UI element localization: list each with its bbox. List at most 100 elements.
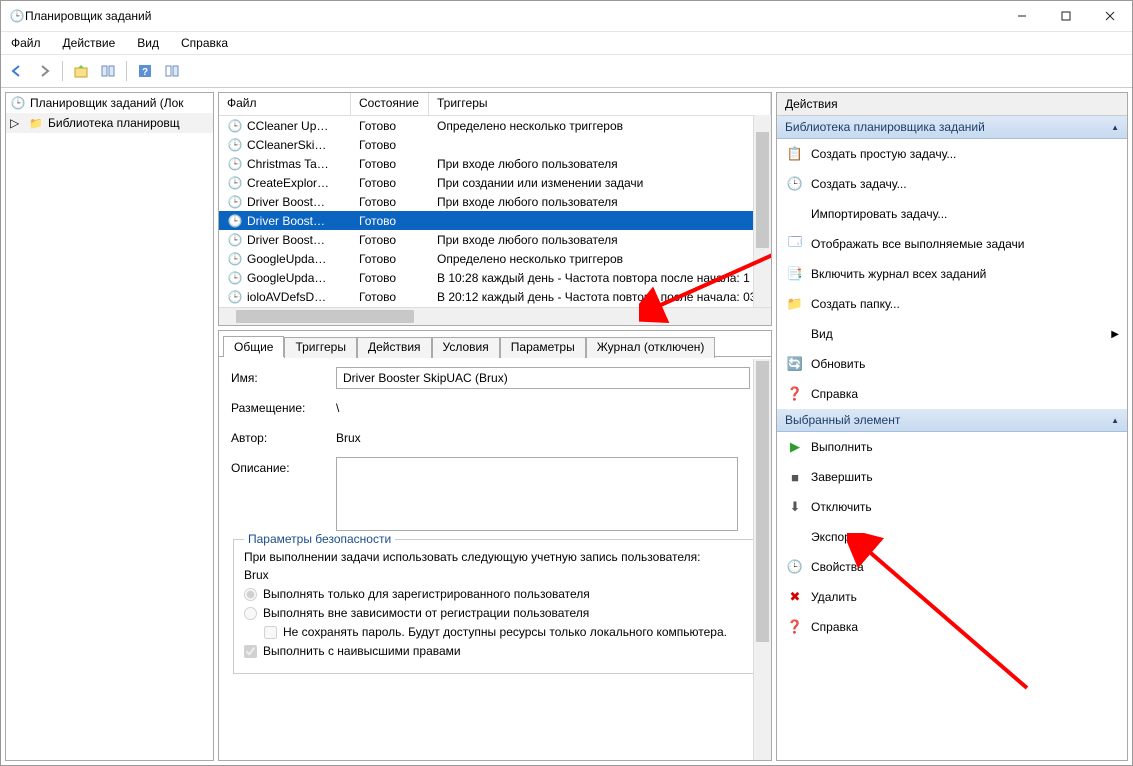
tree-root-label: Планировщик заданий (Лок [30,96,184,110]
col-triggers[interactable]: Триггеры [429,93,771,115]
forward-button[interactable] [32,59,56,83]
action-удалить[interactable]: ✖Удалить [777,582,1127,612]
show-hide-button[interactable] [96,59,120,83]
task-row[interactable]: CCleaner Up…ГотовоОпределено несколько т… [219,116,771,135]
task-state: Готово [351,138,429,152]
task-row[interactable]: ioloAVDefsD…ГотовоВ 20:12 каждый день - … [219,287,771,306]
tree-root[interactable]: Планировщик заданий (Лок [6,93,213,113]
description-label: Описание: [231,457,336,475]
action-создать-задачу-[interactable]: 🕒Создать задачу... [777,169,1127,199]
task-state: Готово [351,271,429,285]
task-icon [227,156,243,172]
task-icon [227,232,243,248]
task-row[interactable]: GoogleUpda…ГотовоОпределено несколько тр… [219,249,771,268]
radio-any-user[interactable]: Выполнять вне зависимости от регистрации… [244,606,746,620]
action-экспорт-[interactable]: Экспорт... [777,522,1127,552]
name-label: Имя: [231,367,336,385]
action-label: Отображать все выполняемые задачи [811,237,1025,251]
col-state[interactable]: Состояние [351,93,429,115]
action-свойства[interactable]: 🕒Свойства [777,552,1127,582]
action-вид[interactable]: Вид▶ [777,319,1127,349]
log-icon: 📑 [787,266,803,282]
vertical-scrollbar[interactable] [753,115,771,308]
action-label: Создать простую задачу... [811,147,956,161]
task-row[interactable]: Driver Boost…Готово [219,211,771,230]
back-button[interactable] [5,59,29,83]
task-row[interactable]: CreateExplor…ГотовоПри создании или изме… [219,173,771,192]
task-icon [227,270,243,286]
panes-button[interactable] [160,59,184,83]
none-icon [787,326,803,342]
menu-help[interactable]: Справка [177,34,232,52]
actions-pane: Действия Библиотека планировщика заданий… [776,92,1128,761]
section-selected[interactable]: Выбранный элемент▲ [777,409,1127,432]
help-icon: ❓ [787,386,803,402]
task-icon [227,289,243,305]
task-icon [227,251,243,267]
action-label: Справка [811,620,858,634]
up-button[interactable] [69,59,93,83]
task-row[interactable]: GoogleUpda…ГотовоВ 10:28 каждый день - Ч… [219,268,771,287]
menu-view[interactable]: Вид [133,34,163,52]
action-label: Включить журнал всех заданий [811,267,986,281]
maximize-button[interactable] [1044,1,1088,31]
name-field[interactable]: Driver Booster SkipUAC (Brux) [336,367,750,389]
details-scrollbar[interactable] [753,359,771,760]
action-выполнить[interactable]: ▶Выполнить [777,432,1127,462]
tree-pane: Планировщик заданий (Лок ▷ Библиотека пл… [5,92,214,761]
collapse-icon: ▲ [1111,416,1119,425]
close-button[interactable] [1088,1,1132,31]
task-state: Готово [351,195,429,209]
tree-library[interactable]: ▷ Библиотека планировщ [6,113,213,133]
check-no-store-pw[interactable]: Не сохранять пароль. Будут доступны ресу… [264,625,746,639]
tabs: Общие Триггеры Действия Условия Параметр… [219,331,771,357]
tab-triggers[interactable]: Триггеры [284,337,357,358]
task-trigger: При входе любого пользователя [429,233,771,247]
help-icon: ❓ [787,619,803,635]
help-button[interactable]: ? [133,59,157,83]
action-импортировать-задачу-[interactable]: Импортировать задачу... [777,199,1127,229]
action-справка[interactable]: ❓ Справка [777,612,1127,642]
folder-icon: 📁 [787,296,803,312]
action-создать-простую-задачу-[interactable]: 📋Создать простую задачу... [777,139,1127,169]
tab-settings[interactable]: Параметры [500,337,586,358]
minimize-button[interactable] [1000,1,1044,31]
description-field[interactable] [336,457,738,531]
task-row[interactable]: Driver Boost…ГотовоПри входе любого поль… [219,192,771,211]
task2-icon: 🕒 [787,176,803,192]
action-label: Создать папку... [811,297,900,311]
tab-content: Имя:Driver Booster SkipUAC (Brux) Размещ… [219,357,771,760]
window-title: Планировщик заданий [25,9,1000,23]
col-file[interactable]: Файл [219,93,351,115]
action-отображать-все-выполняемые-задачи[interactable]: 🗔Отображать все выполняемые задачи [777,229,1127,259]
check-highest-priv[interactable]: Выполнить с наивысшими правами [244,644,746,658]
horizontal-scrollbar[interactable] [219,307,771,325]
location-label: Размещение: [231,397,336,415]
clock-icon [10,95,26,111]
radio-logged-user[interactable]: Выполнять только для зарегистрированного… [244,587,746,601]
action-завершить[interactable]: ■Завершить [777,462,1127,492]
tab-actions[interactable]: Действия [357,337,432,358]
action-обновить[interactable]: 🔄Обновить [777,349,1127,379]
action-label: Выполнить [811,440,873,454]
task-row[interactable]: CCleanerSki…Готово [219,135,771,154]
tab-history[interactable]: Журнал (отключен) [586,337,716,358]
action-отключить[interactable]: ⬇Отключить [777,492,1127,522]
tab-conditions[interactable]: Условия [432,337,500,358]
menu-file[interactable]: Файл [7,34,45,52]
task-name: CreateExplor… [247,176,329,190]
task-row[interactable]: Driver Boost…ГотовоПри входе любого поль… [219,230,771,249]
tab-general[interactable]: Общие [223,336,284,357]
delete-icon: ✖ [787,589,803,605]
task-name: GoogleUpda… [247,271,326,285]
action-создать-папку-[interactable]: 📁 Создать папку... [777,289,1127,319]
section-library[interactable]: Библиотека планировщика заданий▲ [777,116,1127,139]
task-icon [227,137,243,153]
action-label: Обновить [811,357,865,371]
menu-action[interactable]: Действие [59,34,120,52]
action-label: Отключить [811,500,872,514]
action-включить-журнал-всех-заданий[interactable]: 📑 Включить журнал всех заданий [777,259,1127,289]
task-state: Готово [351,290,429,304]
task-row[interactable]: Christmas Ta…ГотовоПри входе любого поль… [219,154,771,173]
action-справка[interactable]: ❓Справка [777,379,1127,409]
